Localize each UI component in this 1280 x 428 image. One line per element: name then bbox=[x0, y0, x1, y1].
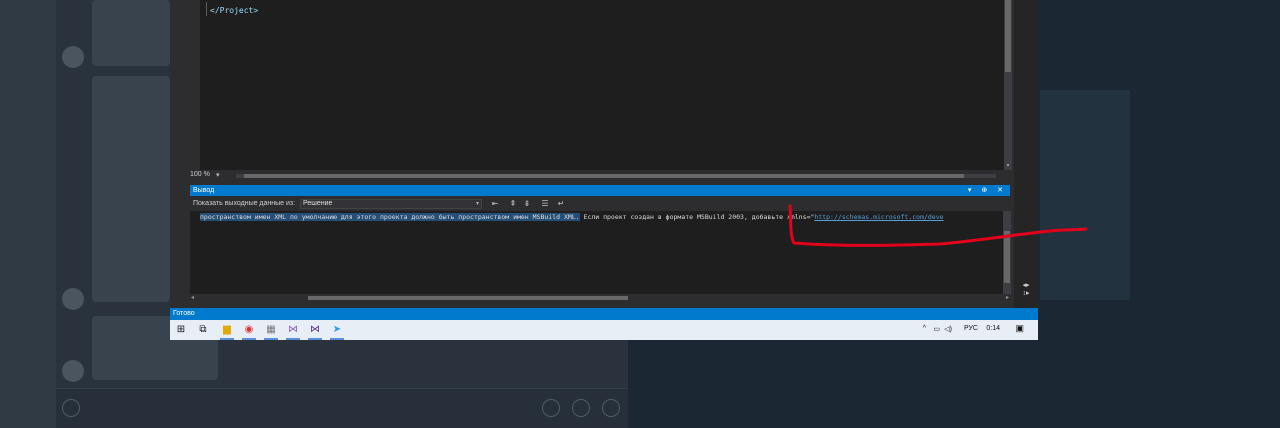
editor-vertical-scrollbar[interactable]: ▾ bbox=[1004, 0, 1012, 170]
panel-window-buttons[interactable]: ▾ ⊕ ✕ bbox=[968, 185, 1007, 196]
chevron-down-icon: ▾ bbox=[475, 201, 479, 207]
selected-text: пространством имен XML по умолчанию для … bbox=[200, 213, 580, 221]
status-bar: Готово bbox=[170, 308, 1038, 320]
file-explorer-icon[interactable]: ▆ bbox=[220, 323, 234, 340]
output-panel-title: Вывод bbox=[193, 187, 215, 194]
next-message-icon[interactable]: ⇟ bbox=[522, 199, 532, 209]
chat-message-bubble bbox=[92, 76, 170, 302]
command-icon[interactable] bbox=[542, 399, 560, 417]
editor-zoom-bar: 100 % ▾ bbox=[188, 170, 1004, 182]
chat-composer[interactable] bbox=[56, 388, 628, 428]
show-output-from-label: Показать выходные данные из: bbox=[193, 200, 296, 207]
chat-time-column bbox=[0, 0, 56, 428]
find-message-icon[interactable]: ⇤ bbox=[490, 199, 500, 209]
windows-taskbar: ⊞ ⧉ ▆ ◉ ▦ ⋈ ⋈ ➤ ^ ▭ ◁) РУС 0:14 ▣ bbox=[170, 320, 1038, 340]
scrollbar-thumb[interactable] bbox=[308, 296, 628, 300]
desktop-wallpaper-shape bbox=[1040, 90, 1130, 300]
scroll-down-icon[interactable]: ▾ bbox=[1004, 162, 1012, 170]
app-icon[interactable]: ▦ bbox=[264, 323, 278, 340]
fold-guide bbox=[206, 2, 207, 16]
visual-studio-icon[interactable]: ⋈ bbox=[286, 323, 300, 340]
output-source-value: Решение bbox=[303, 200, 333, 207]
editor-horizontal-scrollbar[interactable] bbox=[236, 174, 996, 178]
attach-icon[interactable] bbox=[62, 399, 80, 417]
panel-side-controls[interactable]: ◂▸ ↕▸ bbox=[1016, 282, 1036, 306]
output-line: пространством имен XML по умолчанию для … bbox=[200, 213, 944, 221]
chat-avatar bbox=[62, 360, 84, 382]
chrome-icon[interactable]: ◉ bbox=[242, 323, 256, 340]
schema-link[interactable]: http://schemas.microsoft.com/deve bbox=[814, 213, 943, 221]
microphone-icon[interactable] bbox=[602, 399, 620, 417]
scrollbar-thumb[interactable] bbox=[1004, 231, 1010, 283]
speaker-icon[interactable]: ◁) bbox=[944, 325, 952, 333]
clear-all-icon[interactable]: ☰ bbox=[540, 199, 550, 209]
telegram-icon[interactable]: ➤ bbox=[330, 323, 344, 340]
output-source-select[interactable]: Решение ▾ bbox=[300, 199, 482, 209]
scroll-left-icon[interactable]: ◂ bbox=[191, 294, 194, 301]
task-view-icon[interactable]: ⧉ bbox=[196, 323, 210, 337]
notification-icon[interactable]: ▣ bbox=[1015, 323, 1024, 334]
ide-window: </Project> ▾ 100 % ▾ Вывод ▾ ⊕ ✕ Показат… bbox=[170, 0, 1038, 340]
emoji-icon[interactable] bbox=[572, 399, 590, 417]
output-text-area[interactable]: пространством имен XML по умолчанию для … bbox=[190, 211, 1003, 294]
output-text: Если проект создан в формате MSBuild 200… bbox=[579, 213, 815, 221]
output-horizontal-scrollbar[interactable]: ◂ ▸ bbox=[190, 294, 1010, 302]
previous-message-icon[interactable]: ⇞ bbox=[508, 199, 518, 209]
output-toolbar: Показать выходные данные из: Решение ▾ ⇤… bbox=[190, 197, 1010, 211]
visual-studio-icon-2[interactable]: ⋈ bbox=[308, 323, 322, 340]
input-language[interactable]: РУС bbox=[964, 325, 978, 332]
scrollbar-thumb[interactable] bbox=[244, 174, 964, 178]
zoom-dropdown-icon[interactable]: ▾ bbox=[216, 171, 220, 179]
chat-avatar bbox=[62, 288, 84, 310]
scroll-right-icon[interactable]: ▸ bbox=[1006, 294, 1009, 301]
code-editor[interactable]: </Project> bbox=[200, 0, 1004, 170]
output-panel-title-bar: Вывод ▾ ⊕ ✕ bbox=[190, 185, 1010, 196]
zoom-level[interactable]: 100 % bbox=[190, 171, 210, 178]
start-windows-icon[interactable]: ⊞ bbox=[174, 323, 188, 337]
show-hidden-icons-icon[interactable]: ^ bbox=[923, 325, 926, 332]
word-wrap-icon[interactable]: ↵ bbox=[556, 199, 566, 209]
output-vertical-scrollbar[interactable] bbox=[1003, 211, 1011, 294]
clock[interactable]: 0:14 bbox=[986, 325, 1000, 332]
chat-message-bubble bbox=[92, 0, 170, 66]
network-icon[interactable]: ▭ bbox=[933, 325, 940, 333]
status-text: Готово bbox=[173, 310, 195, 317]
code-line: </Project> bbox=[210, 6, 259, 15]
scrollbar-thumb[interactable] bbox=[1005, 0, 1011, 72]
chat-avatar bbox=[62, 46, 84, 68]
